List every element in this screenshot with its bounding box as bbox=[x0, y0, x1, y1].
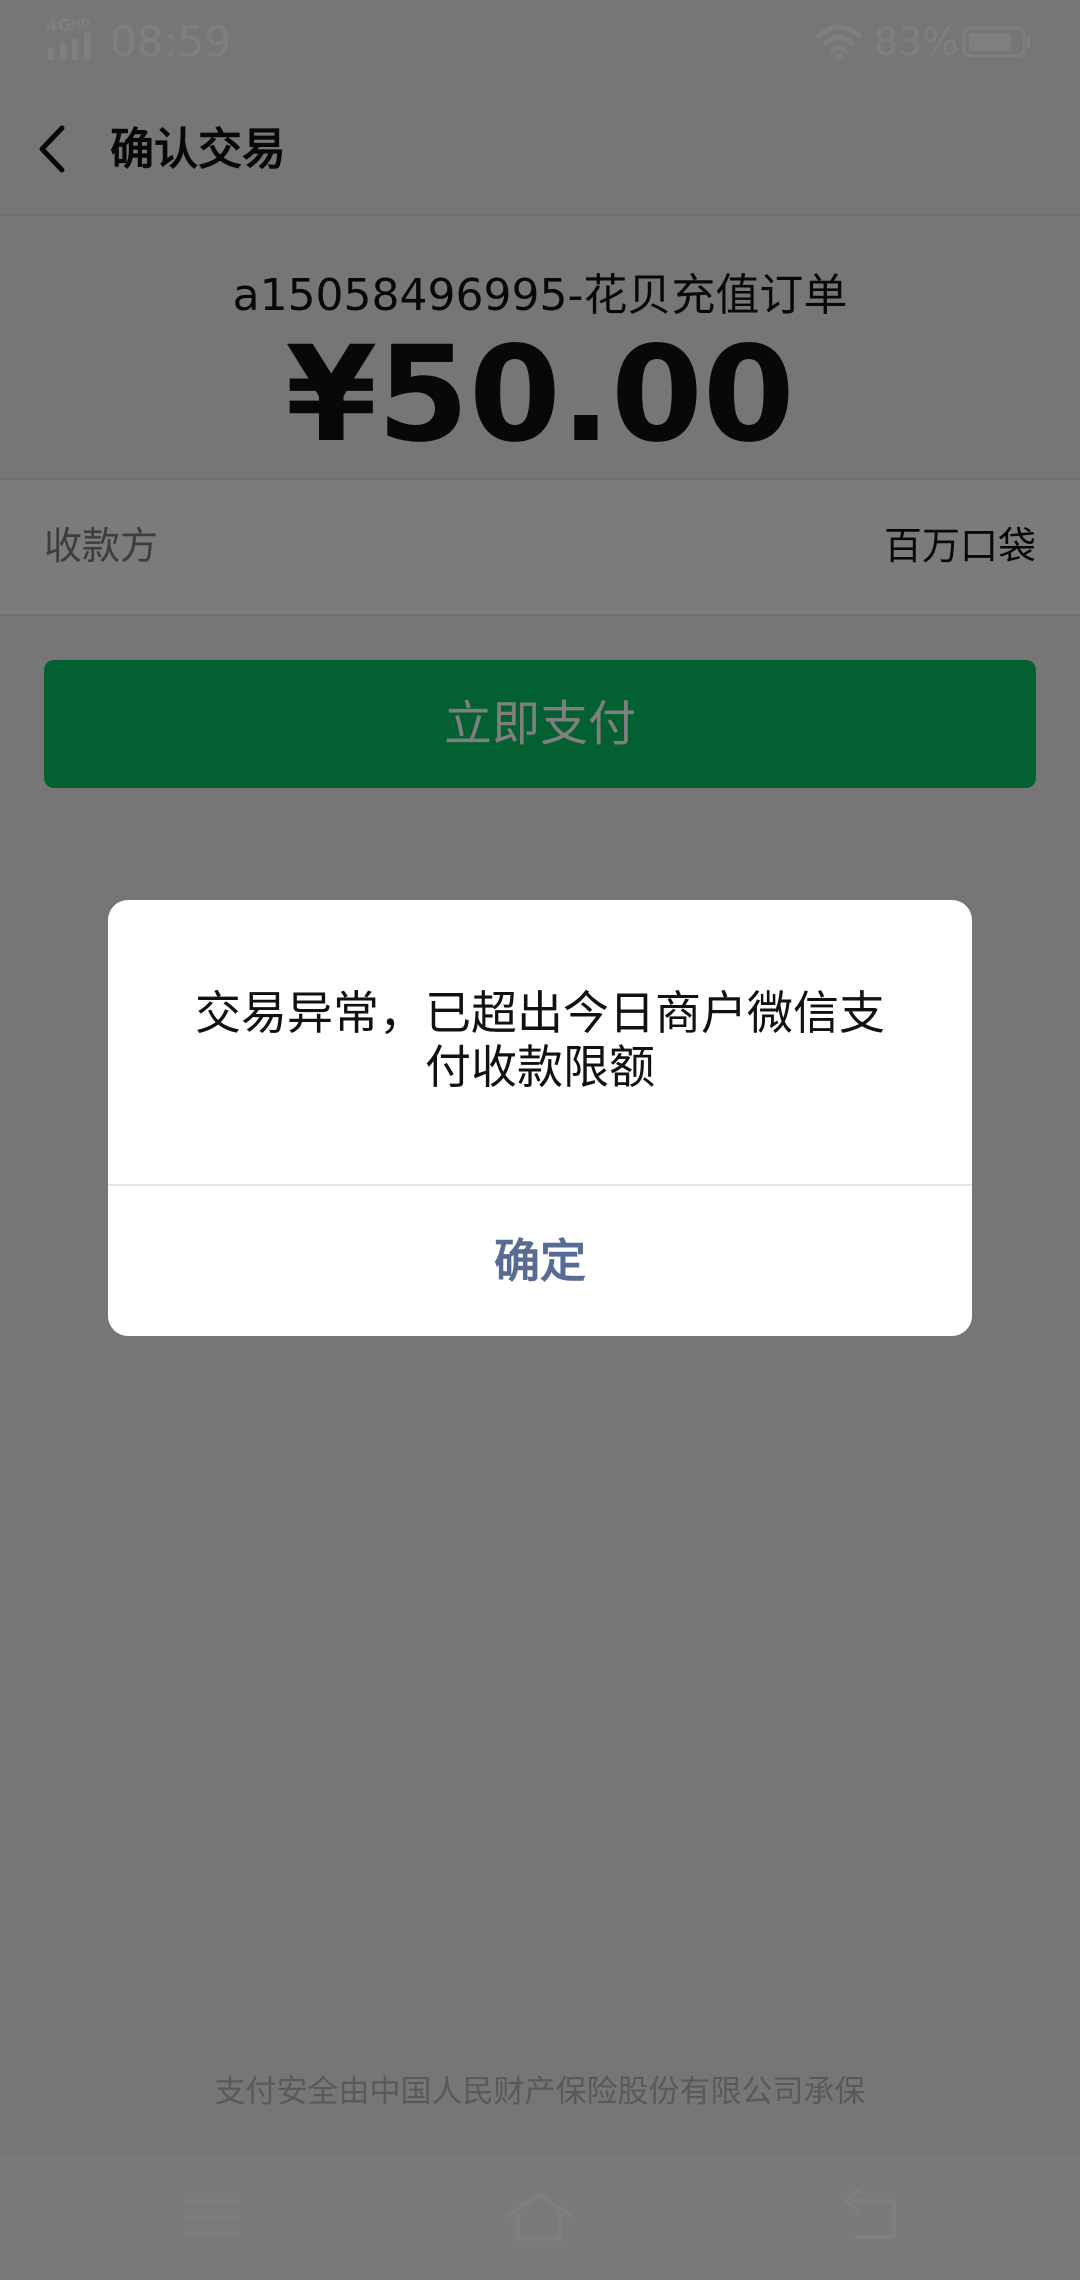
dialog-message: 交易异常，已超出今日商户微信支付收款限额 bbox=[195, 986, 885, 1094]
dialog-confirm-button[interactable]: 确定 bbox=[108, 1186, 972, 1336]
error-dialog: 交易异常，已超出今日商户微信支付收款限额 确定 bbox=[108, 900, 972, 1336]
